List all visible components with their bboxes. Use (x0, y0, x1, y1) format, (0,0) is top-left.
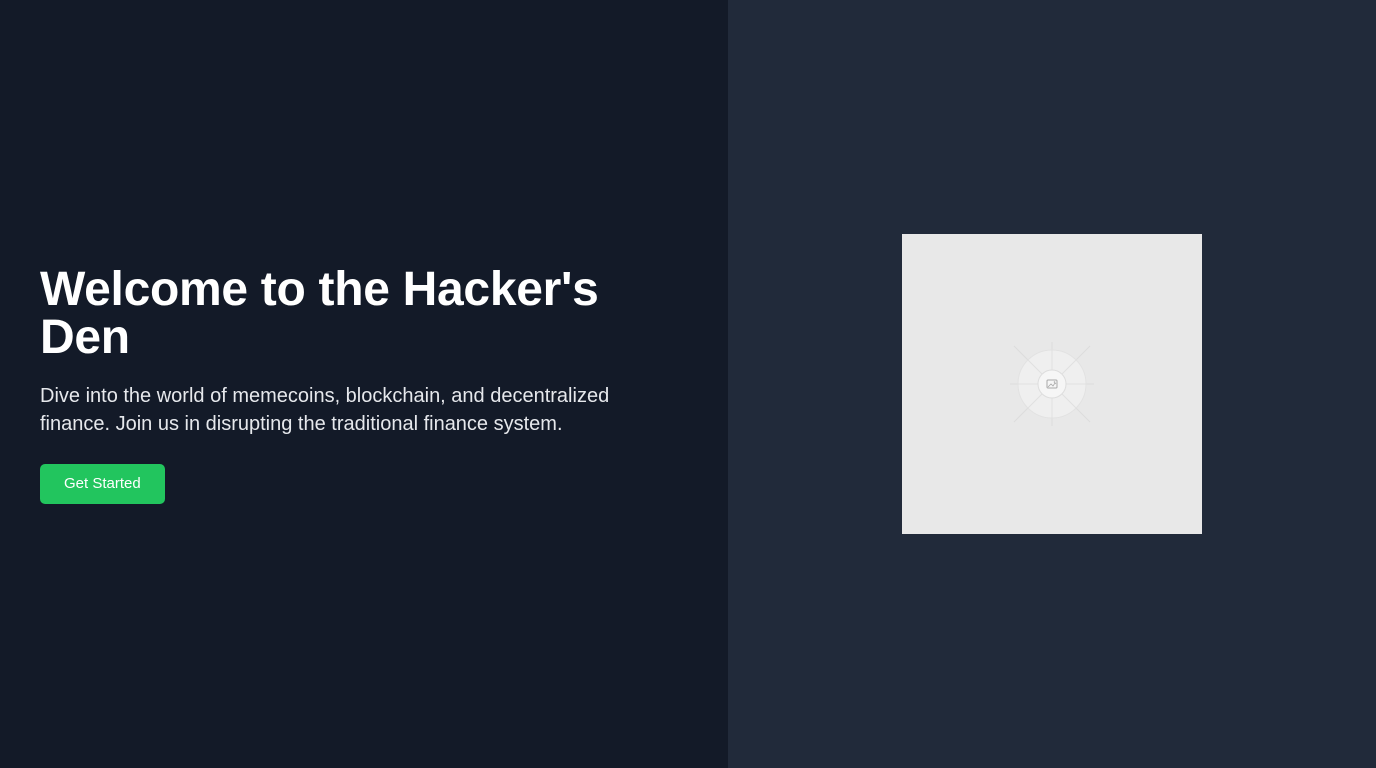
hero-section: Welcome to the Hacker's Den Dive into th… (0, 0, 728, 768)
hero-image-placeholder (902, 234, 1202, 534)
hero-title: Welcome to the Hacker's Den (40, 263, 599, 364)
landing-page: Welcome to the Hacker's Den Dive into th… (0, 0, 1376, 768)
image-placeholder-icon (1010, 342, 1094, 426)
get-started-button[interactable]: Get Started (40, 464, 165, 504)
hero-subtitle: Dive into the world of memecoins, blockc… (40, 385, 610, 435)
hero-content: Welcome to the Hacker's Den Dive into th… (40, 266, 680, 504)
media-section (728, 0, 1376, 768)
